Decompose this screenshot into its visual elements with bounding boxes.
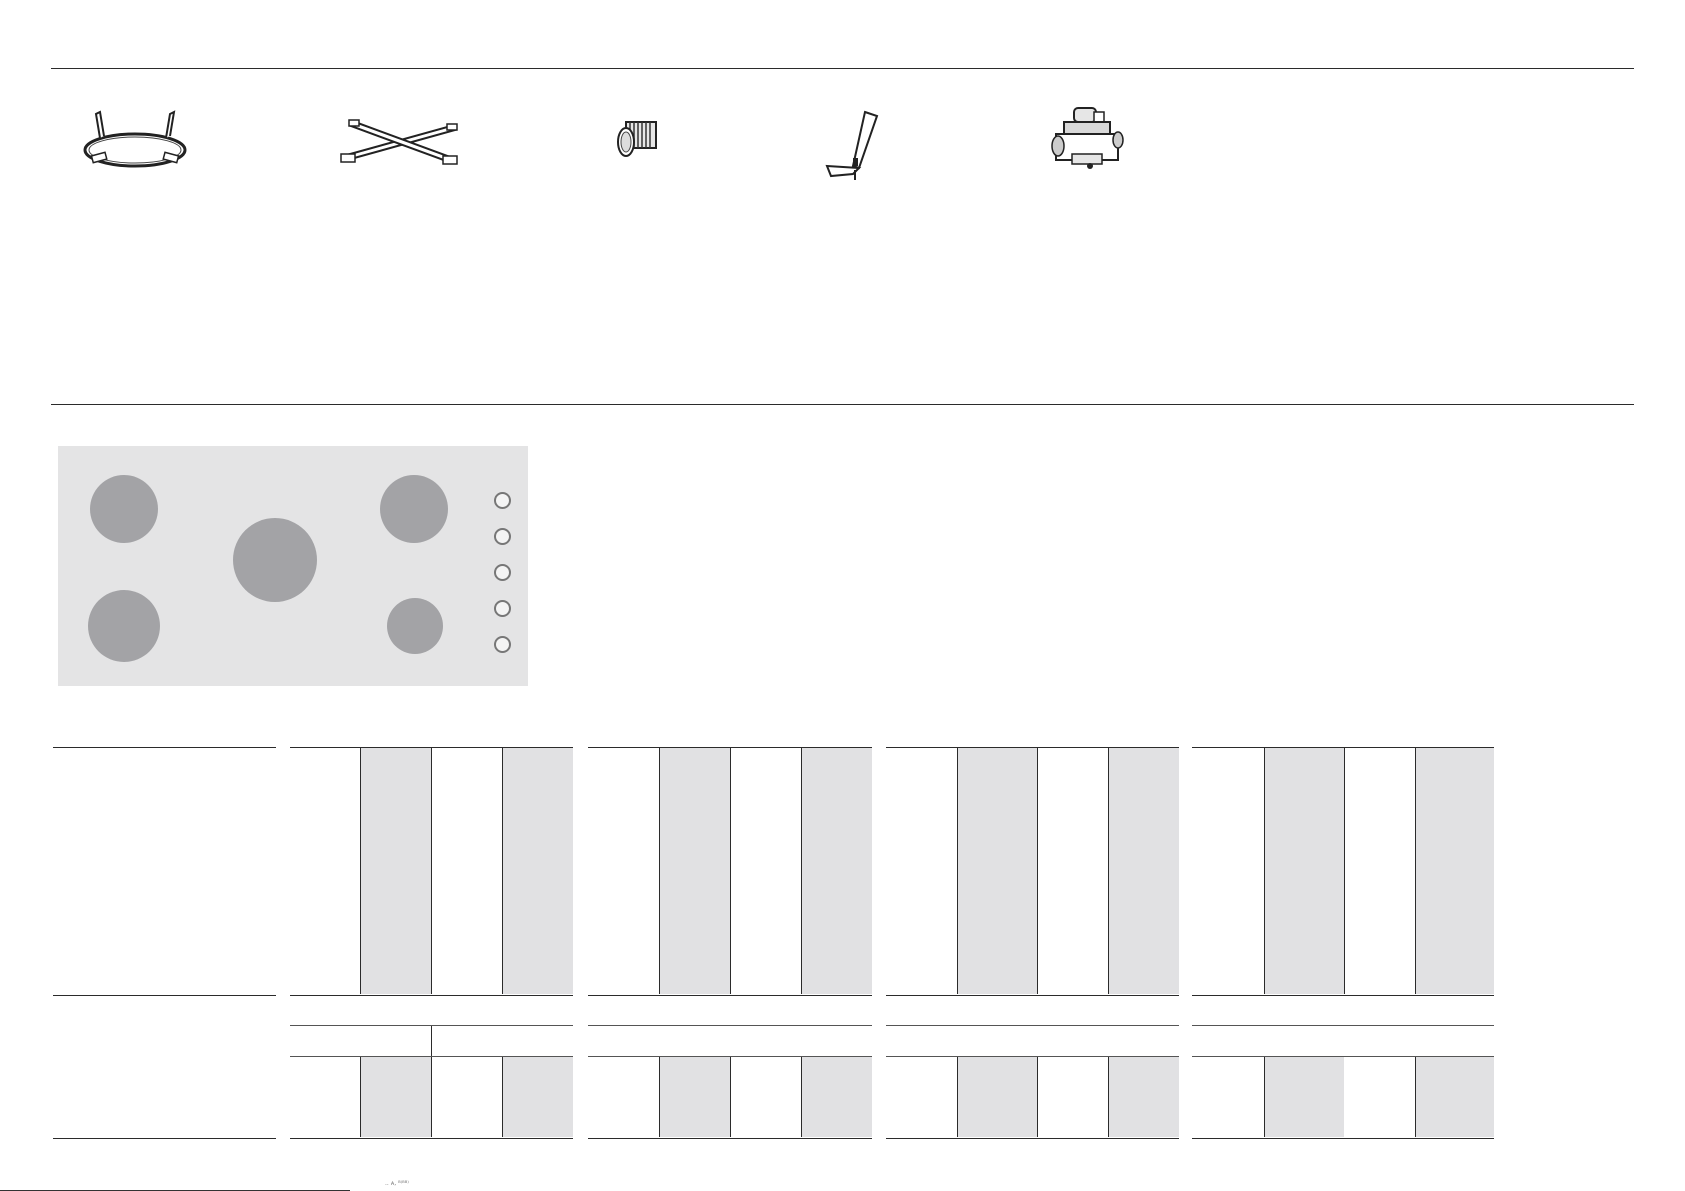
column-divider bbox=[1037, 1057, 1038, 1137]
column-divider bbox=[801, 748, 802, 994]
column-divider bbox=[1415, 1057, 1416, 1137]
column-divider bbox=[360, 748, 361, 994]
shaded-cell bbox=[957, 1057, 1037, 1137]
group-rule bbox=[588, 1138, 872, 1139]
threaded-connector-icon bbox=[610, 118, 670, 168]
group-rule bbox=[290, 747, 573, 748]
column-divider bbox=[431, 748, 432, 994]
group-rule bbox=[1192, 747, 1494, 748]
group-rule bbox=[290, 1138, 573, 1139]
section-rule bbox=[51, 404, 1634, 405]
label-rule-top bbox=[53, 747, 276, 748]
group-rule bbox=[290, 1056, 573, 1057]
shaded-cell bbox=[1108, 1057, 1179, 1137]
column-divider bbox=[1264, 748, 1265, 994]
group-rule bbox=[886, 747, 1179, 748]
column-divider bbox=[730, 748, 731, 994]
shaded-cell bbox=[801, 1057, 872, 1137]
column-divider bbox=[1264, 1057, 1265, 1137]
group-rule bbox=[886, 1138, 1179, 1139]
label-rule-bottom bbox=[53, 1138, 276, 1139]
shaded-column bbox=[957, 748, 1037, 994]
group-rule bbox=[290, 995, 573, 996]
group-rule bbox=[290, 1025, 573, 1026]
column-divider bbox=[1344, 748, 1345, 994]
label-rule-mid bbox=[53, 995, 276, 996]
burner-center bbox=[233, 518, 317, 602]
burner-rear-left bbox=[90, 475, 158, 543]
control-knob bbox=[494, 600, 511, 617]
column-divider bbox=[957, 1057, 958, 1137]
burner-rear-right bbox=[380, 475, 448, 543]
group-rule bbox=[886, 1056, 1179, 1057]
column-divider bbox=[659, 1057, 660, 1137]
shaded-column bbox=[801, 748, 872, 994]
group-rule bbox=[1192, 995, 1494, 996]
shaded-cell bbox=[1264, 1057, 1344, 1137]
group-rule bbox=[588, 1025, 872, 1026]
burner-front-left bbox=[88, 590, 160, 662]
wok-ring-icon bbox=[80, 108, 190, 178]
shaded-column bbox=[502, 748, 573, 994]
group-rule bbox=[1192, 1025, 1494, 1026]
top-rule bbox=[51, 68, 1634, 69]
column-divider bbox=[957, 748, 958, 994]
column-divider bbox=[502, 748, 503, 994]
group-rule bbox=[886, 995, 1179, 996]
control-knob bbox=[494, 564, 511, 581]
shaded-column bbox=[1415, 748, 1494, 994]
column-divider bbox=[360, 1057, 361, 1137]
control-knob bbox=[494, 636, 511, 653]
gas-regulator-icon bbox=[1050, 106, 1130, 176]
shaded-column bbox=[1108, 748, 1179, 994]
column-divider bbox=[431, 1057, 432, 1137]
group-rule bbox=[1192, 1138, 1494, 1139]
shaded-cell bbox=[1415, 1057, 1494, 1137]
shaded-cell bbox=[502, 1057, 573, 1137]
column-divider bbox=[1108, 748, 1109, 994]
shaded-cell bbox=[360, 1057, 431, 1137]
column-divider bbox=[730, 1057, 731, 1137]
group-rule bbox=[1192, 1056, 1494, 1057]
shaded-cell bbox=[659, 1057, 730, 1137]
group-rule bbox=[886, 1025, 1179, 1026]
control-knob bbox=[494, 492, 511, 509]
group-rule bbox=[588, 1056, 872, 1057]
shaded-column bbox=[1264, 748, 1344, 994]
hob-layout-diagram bbox=[58, 446, 528, 686]
footer-mark: .. ᴀ, ᴮ⁽ᴮᴮ⁾ bbox=[385, 1180, 409, 1187]
group-rule bbox=[588, 995, 872, 996]
shaded-column bbox=[659, 748, 730, 994]
grate-cross-icon bbox=[335, 112, 465, 172]
group-rule bbox=[588, 747, 872, 748]
column-divider bbox=[659, 748, 660, 994]
control-knob bbox=[494, 528, 511, 545]
shaded-column bbox=[360, 748, 431, 994]
column-divider bbox=[502, 1057, 503, 1137]
column-divider bbox=[1108, 1057, 1109, 1137]
column-divider bbox=[1037, 748, 1038, 994]
burner-front-right bbox=[387, 598, 443, 654]
column-divider bbox=[801, 1057, 802, 1137]
column-divider bbox=[1415, 748, 1416, 994]
column-divider bbox=[431, 1026, 432, 1056]
test-point-bracket-icon bbox=[825, 110, 895, 185]
